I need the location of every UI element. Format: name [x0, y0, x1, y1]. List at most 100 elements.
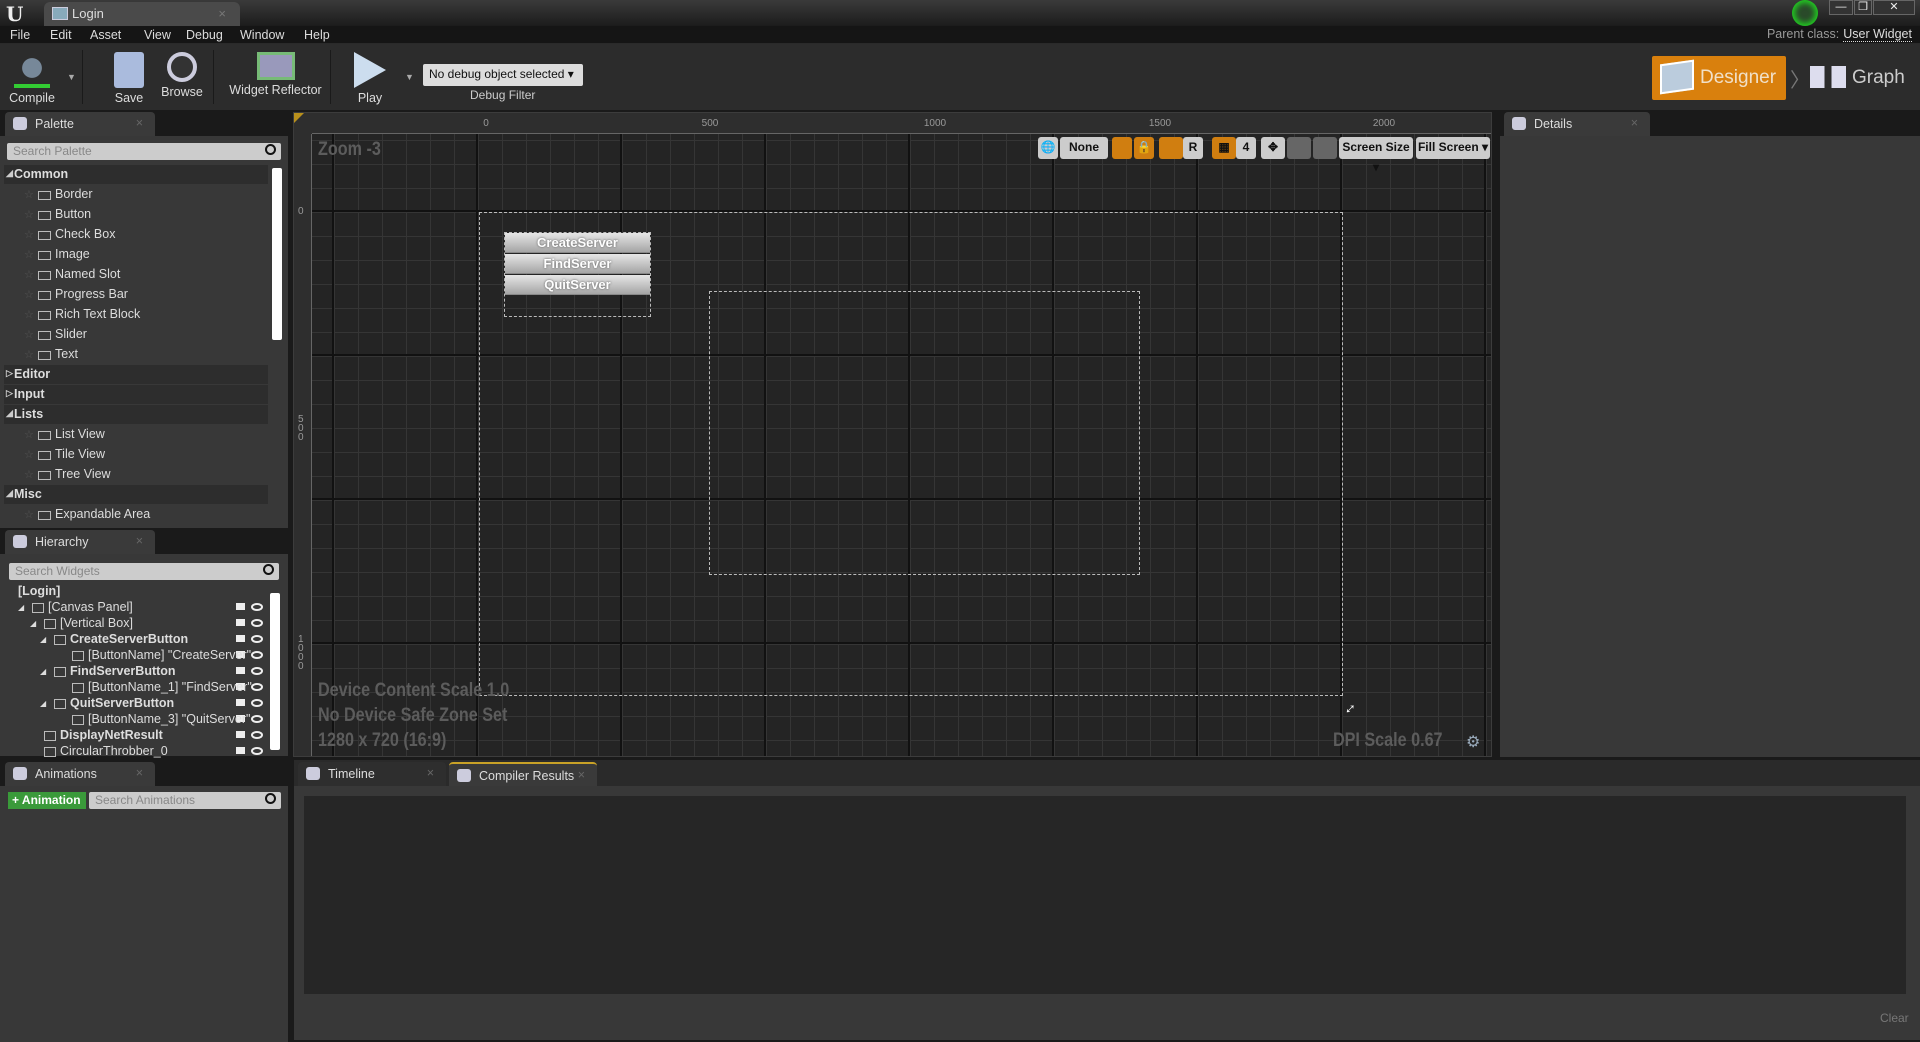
tab-compiler-results[interactable]: Compiler Results × [449, 762, 597, 786]
visibility-eye-icon[interactable] [251, 731, 263, 739]
menu-view[interactable]: View [144, 28, 171, 42]
palette-item[interactable]: ☆ Progress Bar [24, 285, 128, 305]
favorite-star-icon[interactable]: ☆ [24, 188, 34, 201]
visibility-eye-icon[interactable] [251, 635, 263, 643]
tab-details[interactable]: Details × [1504, 112, 1650, 136]
play-options-dropdown-icon[interactable]: ▼ [405, 72, 414, 82]
minimize-button[interactable]: — [1829, 0, 1853, 15]
palette-category-misc[interactable]: ◢ Misc [4, 485, 268, 504]
hierarchy-row[interactable]: [Login] [0, 584, 262, 600]
hierarchy-search-input[interactable]: Search Widgets [9, 563, 279, 580]
close-button[interactable]: ✕ [1873, 0, 1915, 15]
dpi-scale[interactable]: DPI Scale 0.67 [1333, 730, 1443, 752]
palette-item[interactable]: ☆ Tile View [24, 445, 105, 465]
close-palette-icon[interactable]: × [136, 116, 143, 130]
hierarchy-row[interactable]: [ButtonName_3] "QuitServer" [0, 712, 263, 728]
zoom-to-fit-button[interactable]: ✥ [1261, 137, 1285, 159]
flip-button[interactable] [1313, 137, 1337, 159]
palette-item[interactable]: ☆ Image [24, 245, 90, 265]
menu-asset[interactable]: Asset [90, 28, 121, 42]
grid-snap-toggle[interactable]: ▦ [1212, 137, 1236, 159]
favorite-star-icon[interactable]: ☆ [24, 248, 34, 261]
lock-icon[interactable] [236, 667, 245, 674]
expanded-arrow-icon[interactable]: ◢ [40, 667, 46, 676]
settings-gear-icon[interactable]: ⚙ [1466, 732, 1480, 752]
palette-category-common[interactable]: ◢ Common [4, 165, 268, 184]
close-tab-icon[interactable]: × [218, 6, 226, 21]
favorite-star-icon[interactable]: ☆ [24, 428, 34, 441]
expanded-arrow-icon[interactable]: ◢ [40, 699, 46, 708]
tab-animations[interactable]: Animations × [5, 762, 155, 786]
hierarchy-row[interactable]: DisplayNetResult [0, 728, 263, 744]
hierarchy-scrollbar[interactable] [270, 593, 280, 750]
lock-icon[interactable] [236, 731, 245, 738]
debug-filter-dropdown[interactable]: No debug object selected ▾ [423, 64, 583, 86]
unreal-logo-icon[interactable]: U [6, 2, 23, 26]
menu-window[interactable]: Window [240, 28, 284, 42]
browse-button[interactable]: Browse [158, 44, 206, 110]
palette-scrollbar[interactable] [272, 168, 282, 340]
visibility-eye-icon[interactable] [251, 715, 263, 723]
favorite-star-icon[interactable]: ☆ [24, 228, 34, 241]
background-image-button[interactable] [1287, 137, 1311, 159]
close-animations-icon[interactable]: × [136, 766, 143, 780]
locale-globe-button[interactable]: 🌐 [1038, 137, 1058, 159]
palette-category-lists[interactable]: ◢ Lists [4, 405, 268, 424]
menu-file[interactable]: File [10, 28, 30, 42]
respect-locks-toggle[interactable] [1159, 137, 1183, 159]
play-button[interactable]: Play [346, 44, 394, 110]
close-hierarchy-icon[interactable]: × [136, 534, 143, 548]
preview-none-dropdown[interactable]: None [1060, 137, 1108, 159]
display-net-result-bounds[interactable] [709, 291, 1140, 575]
visibility-eye-icon[interactable] [251, 699, 263, 707]
lock-icon[interactable] [236, 747, 245, 754]
favorite-star-icon[interactable]: ☆ [24, 308, 34, 321]
tab-timeline[interactable]: Timeline × [298, 762, 446, 786]
tab-palette[interactable]: Palette × [5, 112, 155, 136]
visibility-eye-icon[interactable] [251, 603, 263, 611]
favorite-star-icon[interactable]: ☆ [24, 208, 34, 221]
hierarchy-row[interactable]: CircularThrobber_0 [0, 744, 263, 760]
palette-category-editor[interactable]: ▷ Editor [4, 365, 268, 384]
palette-item[interactable]: ☆ Rich Text Block [24, 305, 140, 325]
tab-hierarchy[interactable]: Hierarchy × [5, 530, 155, 554]
parent-class-link[interactable]: User Widget [1843, 27, 1912, 42]
hierarchy-row[interactable]: ◢ [Canvas Panel] [0, 600, 263, 616]
palette-item[interactable]: ☆ List View [24, 425, 105, 445]
widget-button-createserver[interactable]: CreateServer [505, 233, 650, 253]
restore-button[interactable]: ❐ [1854, 0, 1872, 15]
add-animation-button[interactable]: + Animation [8, 792, 86, 809]
palette-category-input[interactable]: ▷ Input [4, 385, 268, 404]
favorite-star-icon[interactable]: ☆ [24, 328, 34, 341]
hierarchy-row[interactable]: [ButtonName_1] "FindServer" [0, 680, 263, 696]
favorite-star-icon[interactable]: ☆ [24, 268, 34, 281]
palette-item[interactable]: ☆ Text [24, 345, 78, 365]
favorite-star-icon[interactable]: ☆ [24, 468, 34, 481]
visibility-eye-icon[interactable] [251, 683, 263, 691]
grid-size-dropdown[interactable]: 4 [1236, 137, 1256, 159]
palette-item[interactable]: ☆ Tree View [24, 465, 111, 485]
learn-icon[interactable] [1792, 0, 1818, 26]
hierarchy-row[interactable]: ◢ FindServerButton [0, 664, 263, 680]
compile-button[interactable]: Compile [4, 44, 60, 110]
r-toggle[interactable]: R [1183, 137, 1203, 159]
designer-mode-button[interactable]: Designer [1652, 56, 1786, 100]
close-timeline-icon[interactable]: × [427, 766, 434, 780]
hierarchy-row[interactable]: ◢ CreateServerButton [0, 632, 263, 648]
lock-icon[interactable] [236, 635, 245, 642]
favorite-star-icon[interactable]: ☆ [24, 288, 34, 301]
lock-icon[interactable]: 🔒 [1134, 137, 1154, 159]
favorite-star-icon[interactable]: ☆ [24, 448, 34, 461]
expanded-arrow-icon[interactable]: ◢ [30, 619, 36, 628]
lock-icon[interactable] [236, 603, 245, 610]
lock-icon[interactable] [236, 699, 245, 706]
palette-item[interactable]: ☆ Border [24, 185, 93, 205]
outline-toggle[interactable] [1112, 137, 1132, 159]
visibility-eye-icon[interactable] [251, 619, 263, 627]
expanded-arrow-icon[interactable]: ◢ [40, 635, 46, 644]
close-details-icon[interactable]: × [1631, 116, 1638, 130]
favorite-star-icon[interactable]: ☆ [24, 508, 34, 521]
expanded-arrow-icon[interactable]: ◢ [18, 603, 24, 612]
visibility-eye-icon[interactable] [251, 667, 263, 675]
document-tab[interactable]: Login × [44, 2, 240, 26]
